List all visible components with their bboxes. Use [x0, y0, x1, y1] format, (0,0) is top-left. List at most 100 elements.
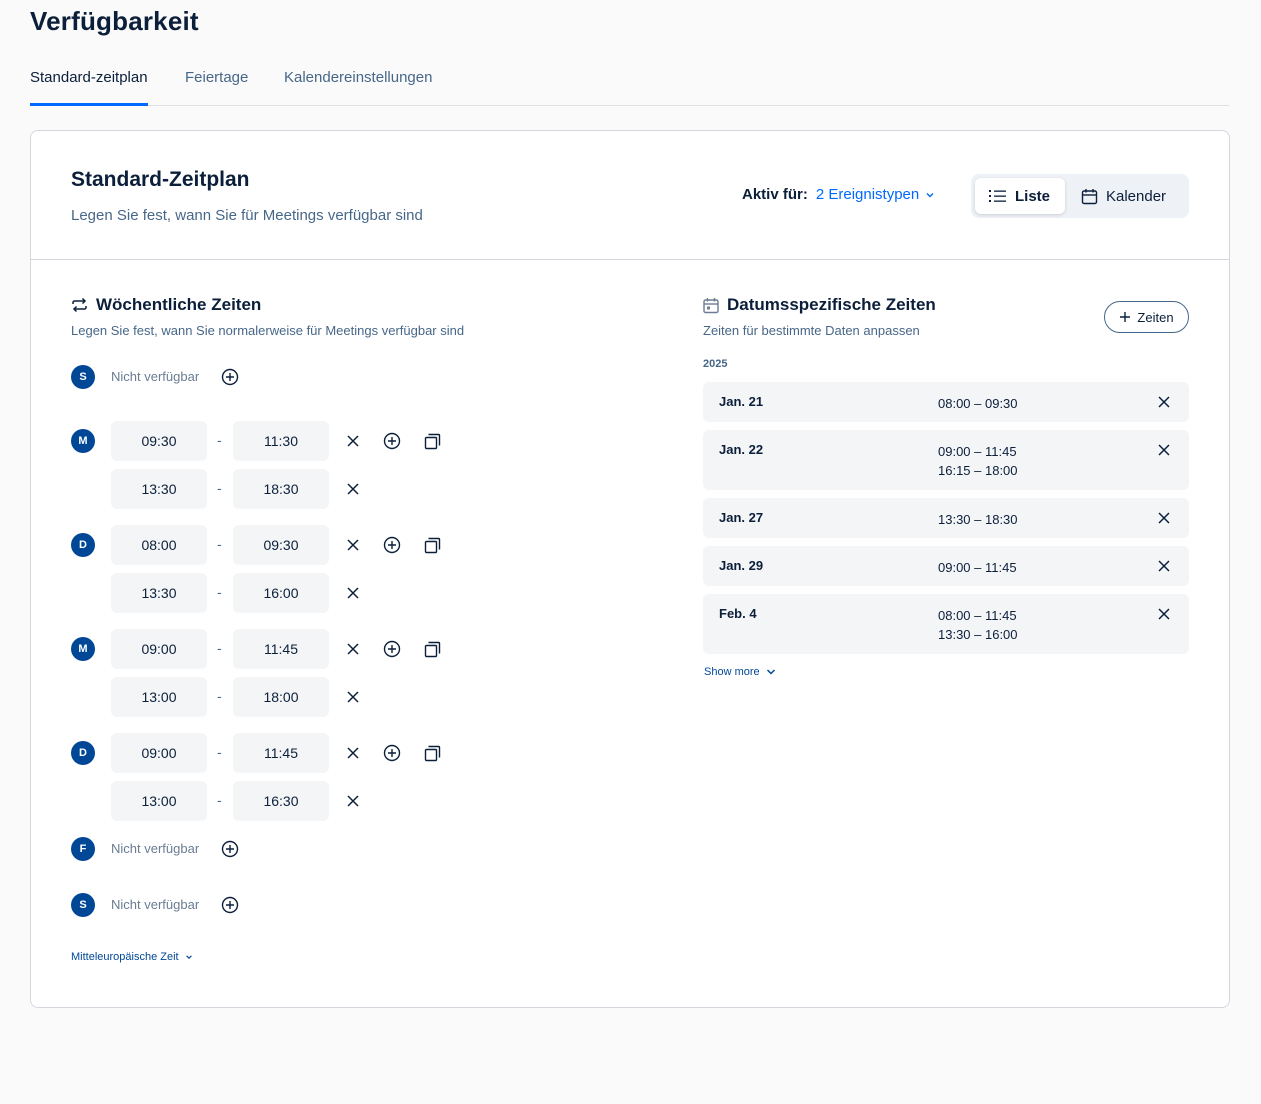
close-icon — [347, 587, 359, 599]
show-more-link[interactable]: Show more — [704, 666, 776, 678]
add-slot-button[interactable] — [219, 894, 241, 916]
date-override-row: Jan. 22 09:00 – 11:45 16:15 – 18:00 — [703, 430, 1189, 490]
copy-icon — [424, 745, 440, 761]
schedule-card: Standard-Zeitplan Legen Sie fest, wann S… — [30, 130, 1230, 1008]
not-available-label: Nicht verfügbar — [111, 897, 200, 912]
remove-override-button[interactable] — [1153, 555, 1175, 577]
remove-slot-button[interactable] — [342, 742, 364, 764]
end-time-input[interactable]: 11:30 — [233, 421, 329, 461]
list-icon — [989, 190, 1006, 202]
close-icon — [1158, 560, 1170, 572]
end-time-input[interactable]: 18:30 — [233, 469, 329, 509]
remove-override-button[interactable] — [1153, 439, 1175, 461]
close-icon — [347, 643, 359, 655]
override-times: 09:00 – 11:45 16:15 – 18:00 — [938, 442, 1018, 480]
day-badge: M — [71, 637, 95, 661]
weekly-title-text: Wöchentliche Zeiten — [96, 295, 262, 314]
add-slot-button[interactable] — [381, 638, 403, 660]
list-view-button[interactable]: Liste — [975, 178, 1065, 214]
calendar-day-icon — [703, 297, 719, 313]
list-view-label: Liste — [1015, 187, 1051, 205]
schedule-subtitle: Legen Sie fest, wann Sie für Meetings ve… — [71, 207, 423, 224]
close-icon — [1158, 396, 1170, 408]
plus-circle-icon — [383, 640, 401, 658]
override-time-range: 13:30 – 16:00 — [938, 627, 1018, 642]
remove-slot-button[interactable] — [342, 686, 364, 708]
active-for: Aktiv für: 2 Ereignistypen — [742, 186, 935, 203]
day-badge: D — [71, 741, 95, 765]
copy-times-button[interactable] — [421, 742, 443, 764]
time-separator: - — [217, 640, 222, 656]
start-time-input[interactable]: 13:00 — [111, 677, 207, 717]
remove-slot-button[interactable] — [342, 582, 364, 604]
day-badge: S — [71, 893, 95, 917]
start-time-input[interactable]: 13:00 — [111, 781, 207, 821]
end-time-input[interactable]: 09:30 — [233, 525, 329, 565]
copy-icon — [424, 641, 440, 657]
add-slot-button[interactable] — [219, 366, 241, 388]
active-for-label: Aktiv für: — [742, 186, 808, 203]
not-available-label: Nicht verfügbar — [111, 841, 200, 856]
date-override-row: Jan. 29 09:00 – 11:45 — [703, 546, 1189, 586]
start-time-input[interactable]: 09:00 — [111, 733, 207, 773]
remove-slot-button[interactable] — [342, 478, 364, 500]
timezone-label: Mitteleuropäische Zeit — [71, 951, 179, 963]
day-badge: S — [71, 365, 95, 389]
copy-times-button[interactable] — [421, 534, 443, 556]
tab-holidays[interactable]: Feiertage — [185, 66, 248, 106]
day-badge: F — [71, 837, 95, 861]
remove-slot-button[interactable] — [342, 430, 364, 452]
end-time-input[interactable]: 11:45 — [233, 629, 329, 669]
add-slot-button[interactable] — [381, 430, 403, 452]
page-title: Verfügbarkeit — [30, 6, 199, 36]
start-time-input[interactable]: 08:00 — [111, 525, 207, 565]
copy-icon — [424, 537, 440, 553]
calendar-view-button[interactable]: Kalender — [1067, 178, 1185, 214]
chevron-down-icon — [926, 192, 934, 197]
day-badge: M — [71, 429, 95, 453]
remove-slot-button[interactable] — [342, 790, 364, 812]
year-label: 2025 — [703, 358, 728, 370]
chevron-down-icon — [766, 669, 775, 675]
override-date: Jan. 22 — [719, 442, 764, 457]
date-specific-title-text: Datumsspezifische Zeiten — [727, 295, 936, 314]
view-toggle: Liste Kalender — [971, 174, 1189, 218]
copy-times-button[interactable] — [421, 638, 443, 660]
override-date: Jan. 21 — [719, 394, 764, 409]
remove-override-button[interactable] — [1153, 603, 1175, 625]
start-time-input[interactable]: 09:30 — [111, 421, 207, 461]
end-time-input[interactable]: 16:00 — [233, 573, 329, 613]
copy-times-button[interactable] — [421, 430, 443, 452]
plus-icon — [1120, 312, 1131, 322]
add-slot-button[interactable] — [381, 742, 403, 764]
end-time-input[interactable]: 11:45 — [233, 733, 329, 773]
add-slot-button[interactable] — [381, 534, 403, 556]
end-time-input[interactable]: 16:30 — [233, 781, 329, 821]
date-override-row: Jan. 27 13:30 – 18:30 — [703, 498, 1189, 538]
tab-calendar-settings[interactable]: Kalendereinstellungen — [284, 66, 432, 106]
weekly-title: Wöchentliche Zeiten — [71, 295, 261, 315]
start-time-input[interactable]: 13:30 — [111, 469, 207, 509]
weekly-subtitle: Legen Sie fest, wann Sie normalerweise f… — [71, 323, 465, 338]
override-times: 08:00 – 11:45 13:30 – 16:00 — [938, 606, 1018, 644]
close-icon — [1158, 608, 1170, 620]
start-time-input[interactable]: 09:00 — [111, 629, 207, 669]
add-slot-button[interactable] — [219, 838, 241, 860]
remove-override-button[interactable] — [1153, 391, 1175, 413]
override-times: 13:30 – 18:30 — [938, 510, 1018, 529]
remove-override-button[interactable] — [1153, 507, 1175, 529]
timezone-dropdown[interactable]: Mitteleuropäische Zeit — [71, 951, 193, 963]
day-badge: D — [71, 533, 95, 557]
date-specific-subtitle: Zeiten für bestimmte Daten anpassen — [703, 323, 920, 338]
remove-slot-button[interactable] — [342, 638, 364, 660]
start-time-input[interactable]: 13:30 — [111, 573, 207, 613]
end-time-input[interactable]: 18:00 — [233, 677, 329, 717]
plus-circle-icon — [383, 432, 401, 450]
time-separator: - — [217, 432, 222, 448]
override-time-range: 09:00 – 11:45 — [938, 444, 1017, 459]
tab-standard-schedule[interactable]: Standard-zeitplan — [30, 66, 148, 106]
remove-slot-button[interactable] — [342, 534, 364, 556]
add-date-times-button[interactable]: Zeiten — [1104, 301, 1189, 333]
event-types-dropdown[interactable]: 2 Ereignistypen — [816, 186, 935, 203]
override-date: Jan. 29 — [719, 558, 764, 573]
